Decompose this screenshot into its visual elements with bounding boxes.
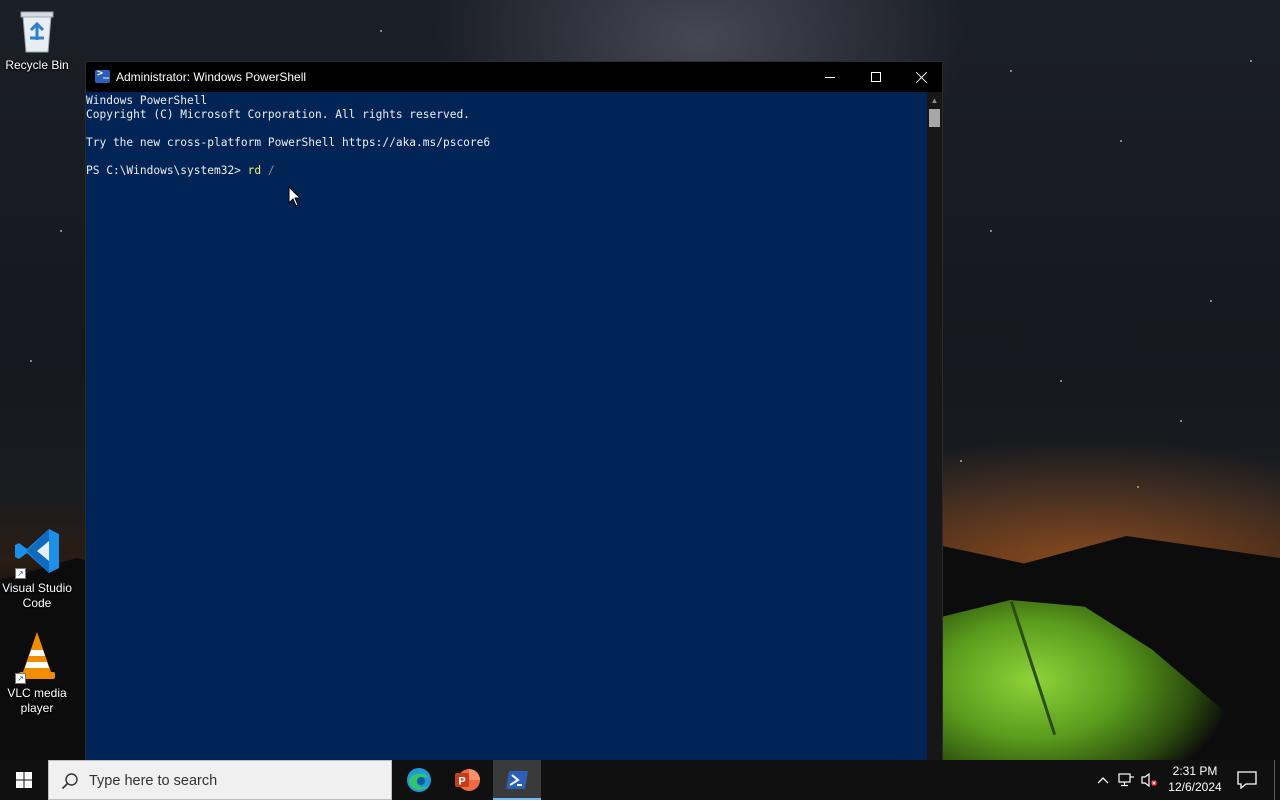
minimize-icon <box>825 76 835 78</box>
powershell-icon: >_ <box>95 68 110 83</box>
vertical-scrollbar[interactable]: ▲ <box>927 92 942 760</box>
desktop-icon-label: Recycle Bin <box>5 58 69 72</box>
svg-text:P: P <box>458 776 465 788</box>
show-desktop-button[interactable] <box>1274 760 1275 800</box>
maximize-icon <box>871 72 881 82</box>
close-icon <box>916 71 928 83</box>
shortcut-arrow-icon: ↗ <box>15 568 26 579</box>
console-line: Try the new cross-platform PowerShell ht… <box>86 136 491 149</box>
close-button[interactable] <box>899 62 945 92</box>
star <box>1250 60 1252 62</box>
search-icon <box>61 773 78 790</box>
console-line: Copyright (C) Microsoft Corporation. All… <box>86 108 470 121</box>
clock-date: 12/6/2024 <box>1168 780 1222 794</box>
star <box>60 230 62 232</box>
taskbar-app-powerpoint[interactable]: P <box>443 760 491 800</box>
maximize-button[interactable] <box>853 62 899 92</box>
search-placeholder: Type here to search <box>89 773 218 789</box>
taskbar-app-edge[interactable] <box>395 760 443 800</box>
star <box>380 30 382 32</box>
star <box>1210 300 1212 302</box>
star <box>1010 70 1012 72</box>
argument-text: / <box>261 164 275 177</box>
windows-logo-icon <box>16 772 32 788</box>
star <box>1060 380 1062 382</box>
start-button[interactable] <box>0 760 48 800</box>
desktop-icon-recycle-bin[interactable]: Recycle Bin <box>0 8 74 73</box>
vscode-icon: ↗ <box>11 525 63 579</box>
command-text: rd <box>247 164 262 177</box>
chevron-up-icon[interactable] <box>1094 771 1112 789</box>
console-line: Windows PowerShell <box>86 94 208 107</box>
scroll-thumb[interactable] <box>929 109 940 127</box>
notification-center-icon[interactable] <box>1236 771 1258 789</box>
desktop-icon-vlc[interactable]: ↗ VLC media player <box>0 630 74 716</box>
window-title: Administrator: Windows PowerShell <box>116 70 307 84</box>
taskbar-search-box[interactable]: Type here to search <box>48 760 392 800</box>
edge-icon <box>407 768 431 792</box>
shortcut-arrow-icon: ↗ <box>15 673 26 684</box>
clock-time: 2:31 PM <box>1172 764 1218 778</box>
desktop-icon-label: VLC media player <box>7 686 67 715</box>
star <box>30 360 32 362</box>
star <box>1137 486 1139 488</box>
star <box>990 230 992 232</box>
volume-muted-icon[interactable] <box>1140 771 1158 789</box>
powerpoint-icon: P <box>455 769 480 791</box>
vlc-icon: ↗ <box>11 630 63 684</box>
taskbar: Type here to search P 2:31 PM 12/6/2024 <box>0 760 1280 800</box>
powershell-icon <box>506 771 528 789</box>
prompt-text: PS C:\Windows\system32> <box>86 164 248 177</box>
recycle-bin-icon <box>20 11 54 53</box>
desktop-icon-label: Visual Studio Code <box>2 581 72 610</box>
window-titlebar[interactable]: >_ Administrator: Windows PowerShell <box>86 62 942 92</box>
mouse-cursor-icon <box>288 186 302 207</box>
star <box>1120 140 1122 142</box>
powershell-window[interactable]: >_ Administrator: Windows PowerShell Win… <box>85 61 943 761</box>
prompt-line[interactable]: PS C:\Windows\system32> rd / <box>86 164 927 178</box>
network-icon[interactable] <box>1117 771 1135 789</box>
minimize-button[interactable] <box>807 62 853 92</box>
scroll-up-icon[interactable]: ▲ <box>927 92 942 109</box>
desktop-icon-vscode[interactable]: ↗ Visual Studio Code <box>0 525 74 611</box>
taskbar-app-powershell[interactable] <box>493 760 541 800</box>
star <box>1180 420 1182 422</box>
console-output[interactable]: Windows PowerShell Copyright (C) Microso… <box>86 92 927 760</box>
taskbar-clock[interactable]: 2:31 PM 12/6/2024 <box>1160 763 1230 795</box>
star <box>960 460 962 462</box>
